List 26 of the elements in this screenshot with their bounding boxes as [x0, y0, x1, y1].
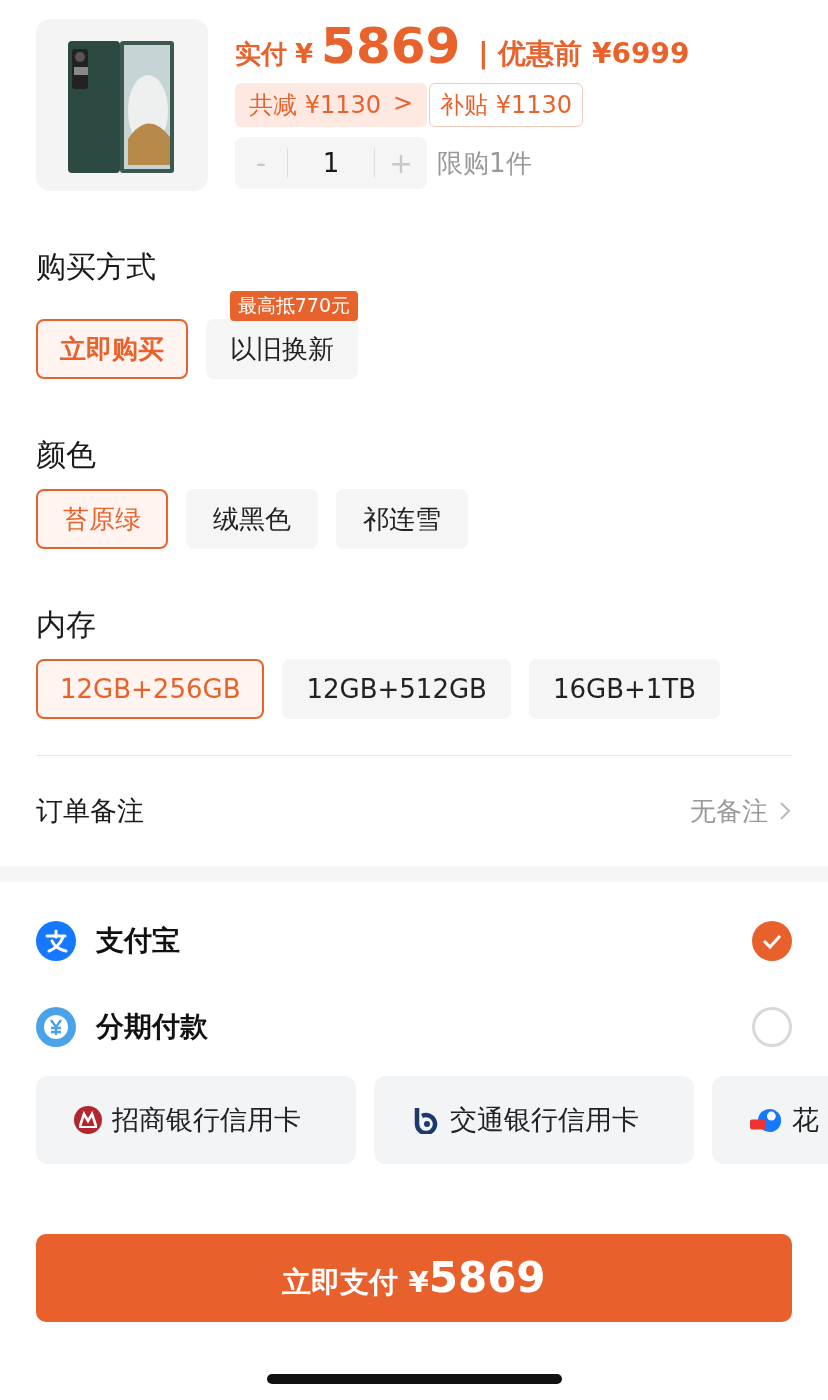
order-note-label: 订单备注 — [36, 794, 144, 828]
payment-option[interactable]: 分期付款 — [0, 984, 828, 1070]
original-price: | 优惠前 ¥6999 — [478, 36, 690, 72]
bank-logo-icon — [412, 1106, 440, 1134]
currency-symbol: ¥ — [295, 39, 314, 69]
option-chip[interactable]: 12GB+512GB — [282, 659, 511, 719]
chevron-right-icon — [778, 800, 792, 822]
section-title: 内存 — [36, 606, 97, 644]
bank-logo-icon — [74, 1106, 102, 1134]
option-chip[interactable]: 16GB+1TB — [528, 659, 721, 719]
credit-card-option[interactable]: 交通银行信用卡 — [374, 1076, 694, 1164]
option-chip[interactable]: 以旧换新 — [206, 319, 358, 379]
quantity-value: 1 — [321, 148, 341, 178]
payment-option[interactable]: 支付宝 — [0, 898, 828, 984]
option-chip[interactable]: 祁连雪 — [336, 489, 468, 549]
price: 5869 — [321, 19, 461, 73]
yen-cycle-icon — [36, 1007, 76, 1047]
purchase-limit: 限购1件 — [437, 146, 532, 180]
credit-card-option[interactable]: 花 — [712, 1076, 828, 1164]
section-title: 颜色 — [36, 436, 97, 474]
subsidy-tag: 补贴 ¥1130 — [429, 83, 584, 127]
promo-badge: 最高抵770元 — [229, 291, 358, 321]
price-label: 实付 — [235, 38, 287, 71]
option-chip[interactable]: 绒黑色 — [186, 489, 318, 549]
section-title: 购买方式 — [36, 248, 157, 286]
credit-card-option[interactable]: 招商银行信用卡 — [36, 1076, 356, 1164]
